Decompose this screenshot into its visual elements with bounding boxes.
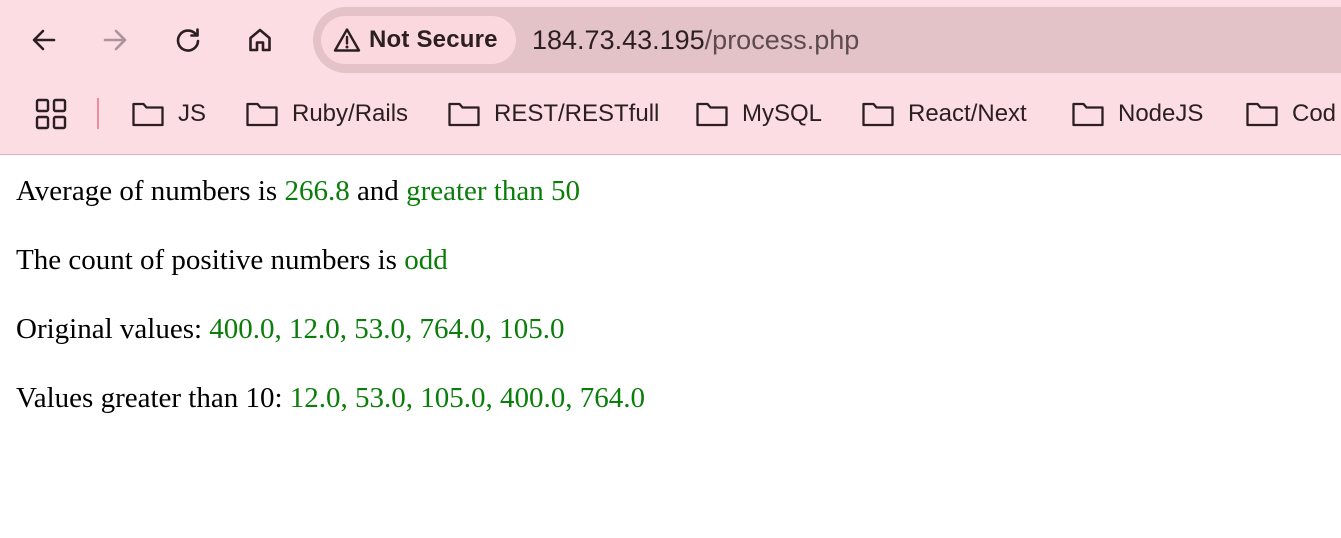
bookmark-folder-js[interactable]: JS <box>131 94 206 134</box>
security-indicator-button[interactable]: Not Secure <box>321 16 516 64</box>
warning-icon <box>333 28 361 52</box>
bookmark-folder-ruby-rails[interactable]: Ruby/Rails <box>245 94 408 134</box>
filtered-values-prefix: Values greater than 10: <box>16 382 290 414</box>
folder-icon <box>696 102 728 127</box>
bookmarks-divider <box>97 98 99 129</box>
forward-button[interactable] <box>95 20 135 60</box>
browser-toolbar: Not Secure 184.73.43.195/process.php JS <box>0 0 1341 155</box>
home-icon <box>249 28 271 52</box>
back-button[interactable] <box>24 20 64 60</box>
url-host: 184.73.43.195 <box>532 25 705 55</box>
folder-icon <box>1072 102 1104 127</box>
folder-icon <box>1246 102 1278 127</box>
folder-icon <box>246 102 278 127</box>
original-values-line: Original values: 400.0, 12.0, 53.0, 764.… <box>16 315 565 344</box>
folder-icon <box>448 102 480 127</box>
bookmark-folder-mysql[interactable]: MySQL <box>695 94 822 134</box>
filtered-values-line: Values greater than 10: 12.0, 53.0, 105.… <box>16 384 645 413</box>
bookmark-folder-react-next[interactable]: React/Next <box>861 94 1027 134</box>
original-values-list: 400.0, 12.0, 53.0, 764.0, 105.0 <box>209 313 565 345</box>
bookmark-label: Ruby/Rails <box>292 100 409 127</box>
bookmarks-bar: JS Ruby/Rails REST/RESTfull MySQL React/ <box>0 88 1341 140</box>
arrow-left-icon <box>32 29 56 51</box>
home-button[interactable] <box>240 20 280 60</box>
address-bar[interactable]: Not Secure 184.73.43.195/process.php <box>313 7 1341 73</box>
filtered-values-list: 12.0, 53.0, 105.0, 400.0, 764.0 <box>289 382 646 414</box>
original-values-prefix: Original values: <box>16 313 210 345</box>
bookmark-folder-cod[interactable]: Cod <box>1245 94 1336 134</box>
arrow-right-icon <box>103 29 127 51</box>
reload-icon <box>176 28 200 52</box>
folder-icon <box>132 102 164 127</box>
bookmark-folder-nodejs[interactable]: NodeJS <box>1071 94 1203 134</box>
apps-grid-icon <box>35 98 67 130</box>
bookmark-label: MySQL <box>742 100 823 127</box>
average-connector: and <box>349 175 407 207</box>
bookmark-label: NodeJS <box>1118 100 1204 127</box>
average-comparison: greater than 50 <box>406 175 580 207</box>
positive-count-parity: odd <box>404 244 448 276</box>
url-text[interactable]: 184.73.43.195/process.php <box>532 7 859 73</box>
positive-count-prefix: The count of positive numbers is <box>16 244 405 276</box>
bookmark-label: REST/RESTfull <box>494 100 660 127</box>
average-line: Average of numbers is 266.8 and greater … <box>16 177 580 206</box>
reload-button[interactable] <box>168 20 208 60</box>
bookmark-folder-rest[interactable]: REST/RESTfull <box>447 94 659 134</box>
average-prefix: Average of numbers is <box>16 175 285 207</box>
bookmark-label: JS <box>178 100 207 127</box>
apps-grid-button[interactable] <box>34 97 68 131</box>
bookmark-label: React/Next <box>908 100 1027 127</box>
average-value: 266.8 <box>284 175 350 207</box>
page-content: Average of numbers is 266.8 and greater … <box>0 155 1341 538</box>
bookmark-label: Cod <box>1292 100 1337 127</box>
url-path: /process.php <box>704 25 860 55</box>
positive-count-line: The count of positive numbers is odd <box>16 246 448 275</box>
security-label: Not Secure <box>369 26 498 53</box>
folder-icon <box>862 102 894 127</box>
